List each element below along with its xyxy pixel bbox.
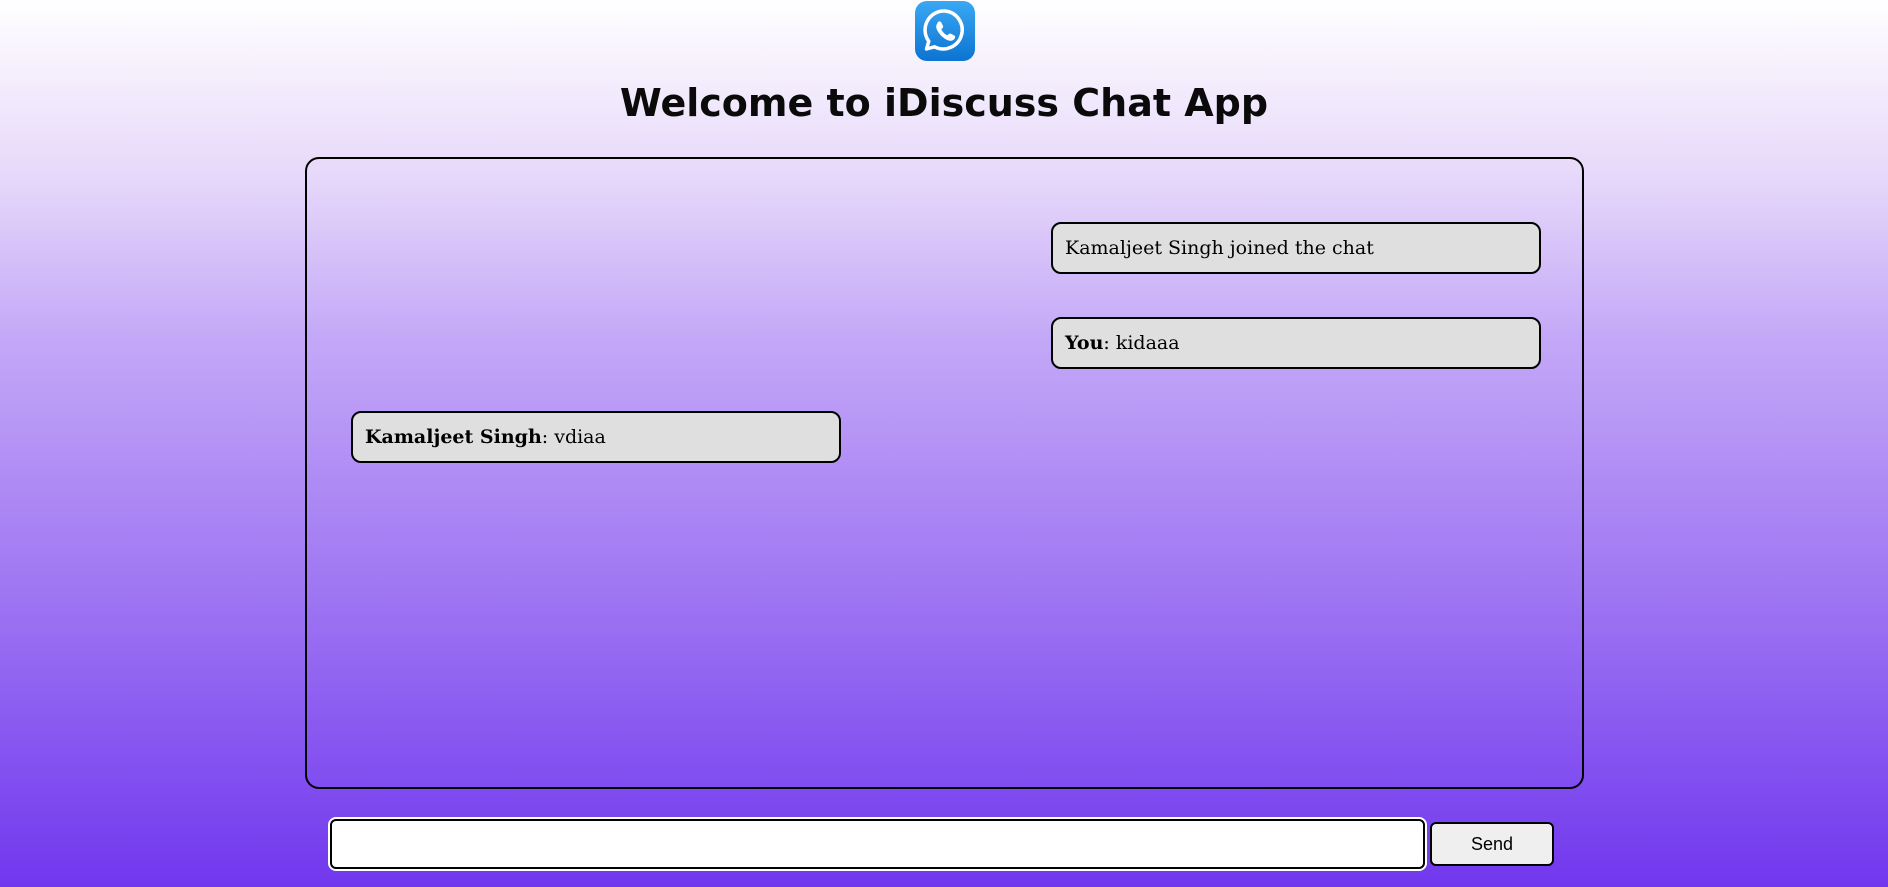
message-sender: Kamaljeet Singh [365, 426, 542, 448]
message-text: : vdiaa [541, 426, 606, 448]
page-title: Welcome to iDiscuss Chat App [619, 81, 1269, 125]
message-outgoing: You: kidaaa [1051, 317, 1541, 369]
chat-messages-container[interactable]: Kamaljeet Singh joined the chat You: kid… [305, 157, 1584, 789]
message-text: Kamaljeet Singh joined the chat [1065, 237, 1374, 259]
message-text: : kidaaa [1103, 332, 1180, 354]
message-input[interactable] [330, 819, 1425, 869]
send-button[interactable]: Send [1430, 822, 1554, 866]
whatsapp-logo-icon [915, 1, 975, 61]
message-sender: You [1065, 332, 1104, 354]
message-incoming: Kamaljeet Singh: vdiaa [351, 411, 841, 463]
message-joined-notice: Kamaljeet Singh joined the chat [1051, 222, 1541, 274]
